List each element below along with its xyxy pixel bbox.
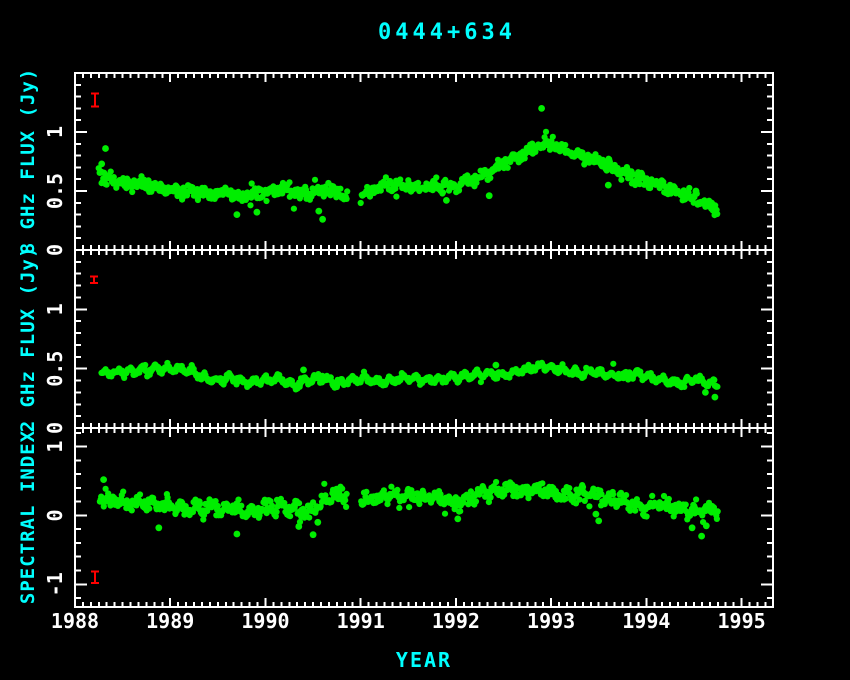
y-tick-label: 0 bbox=[43, 244, 67, 256]
outlier-point bbox=[102, 145, 109, 152]
outlier-point bbox=[693, 188, 700, 195]
error-bar-marker-spectral bbox=[91, 572, 99, 584]
outlier-point bbox=[595, 518, 602, 525]
outlier-point bbox=[712, 394, 719, 401]
x-tick-label: 1988 bbox=[51, 609, 99, 633]
source-title: 0444+634 bbox=[378, 20, 516, 45]
y-tick-label: 0 bbox=[43, 422, 67, 434]
y-axis-label-spectral-index: SPECTRAL INDEX bbox=[17, 430, 39, 604]
y-tick-label: 1 bbox=[43, 126, 67, 138]
outlier-point bbox=[100, 476, 107, 483]
outlier-point bbox=[234, 211, 241, 218]
y-axis-label-2ghz-flux: 2 GHz FLUX (Jy) bbox=[17, 246, 39, 433]
outlier-point bbox=[314, 519, 321, 526]
x-tick-label: 1990 bbox=[241, 609, 289, 633]
y-tick-label: 0.5 bbox=[43, 351, 67, 387]
y-tick-label: 0 bbox=[43, 509, 67, 521]
outlier-point bbox=[493, 362, 500, 369]
y-axis-label-8ghz-flux: 8 GHz FLUX (Jy) bbox=[17, 68, 39, 255]
y-tick-labels: 0 0.5 1 0 0.5 1 -1 0 1 bbox=[43, 126, 67, 596]
y-tick-label: 1 bbox=[43, 303, 67, 315]
plot-canvas: 1988 1989 1990 1991 1992 1993 1994 1995 0 0.5 1 0 0.… bbox=[0, 0, 850, 680]
x-tick-label: 1993 bbox=[527, 609, 575, 633]
outlier-point bbox=[155, 524, 162, 531]
outlier-point bbox=[315, 208, 322, 215]
outlier-point bbox=[98, 161, 105, 168]
outlier-point bbox=[605, 182, 612, 189]
error-bar-marker-flux2 bbox=[90, 276, 98, 283]
outlier-point bbox=[593, 511, 600, 518]
outlier-point bbox=[100, 178, 107, 185]
x-tick-label: 1992 bbox=[432, 609, 480, 633]
x-tick-label: 1989 bbox=[146, 609, 194, 633]
x-tick-label: 1995 bbox=[717, 609, 765, 633]
outlier-point bbox=[300, 367, 307, 374]
outlier-point bbox=[698, 533, 705, 540]
outlier-point bbox=[486, 192, 493, 199]
outlier-point bbox=[443, 197, 450, 204]
series-spectral-points bbox=[97, 476, 721, 539]
y-tick-label: -1 bbox=[43, 572, 67, 596]
error-bar-marker-flux8 bbox=[91, 94, 99, 107]
outlier-point bbox=[538, 105, 545, 112]
series-flux2-points bbox=[98, 360, 720, 401]
frame-border bbox=[75, 73, 773, 607]
light-curve-figure: 1988 1989 1990 1991 1992 1993 1994 1995 0 0.5 1 0 0.… bbox=[0, 0, 850, 680]
x-tick-labels: 1988 1989 1990 1991 1992 1993 1994 1995 bbox=[51, 609, 766, 633]
outlier-point bbox=[234, 531, 241, 538]
y-tick-label: 1 bbox=[43, 441, 67, 453]
axis-ticks bbox=[75, 73, 773, 607]
outlier-point bbox=[254, 209, 261, 216]
outlier-point bbox=[319, 216, 326, 223]
series-flux8-points bbox=[96, 105, 721, 223]
outlier-point bbox=[310, 531, 317, 538]
outlier-point bbox=[295, 523, 302, 530]
plot-frame bbox=[75, 73, 773, 607]
y-tick-label: 0.5 bbox=[43, 173, 67, 209]
x-tick-label: 1994 bbox=[622, 609, 670, 633]
outlier-point bbox=[702, 389, 709, 396]
x-tick-label: 1991 bbox=[337, 609, 385, 633]
outlier-point bbox=[454, 516, 461, 523]
outlier-point bbox=[689, 524, 696, 531]
x-axis-label-year: YEAR bbox=[396, 648, 452, 672]
outlier-point bbox=[703, 522, 710, 529]
